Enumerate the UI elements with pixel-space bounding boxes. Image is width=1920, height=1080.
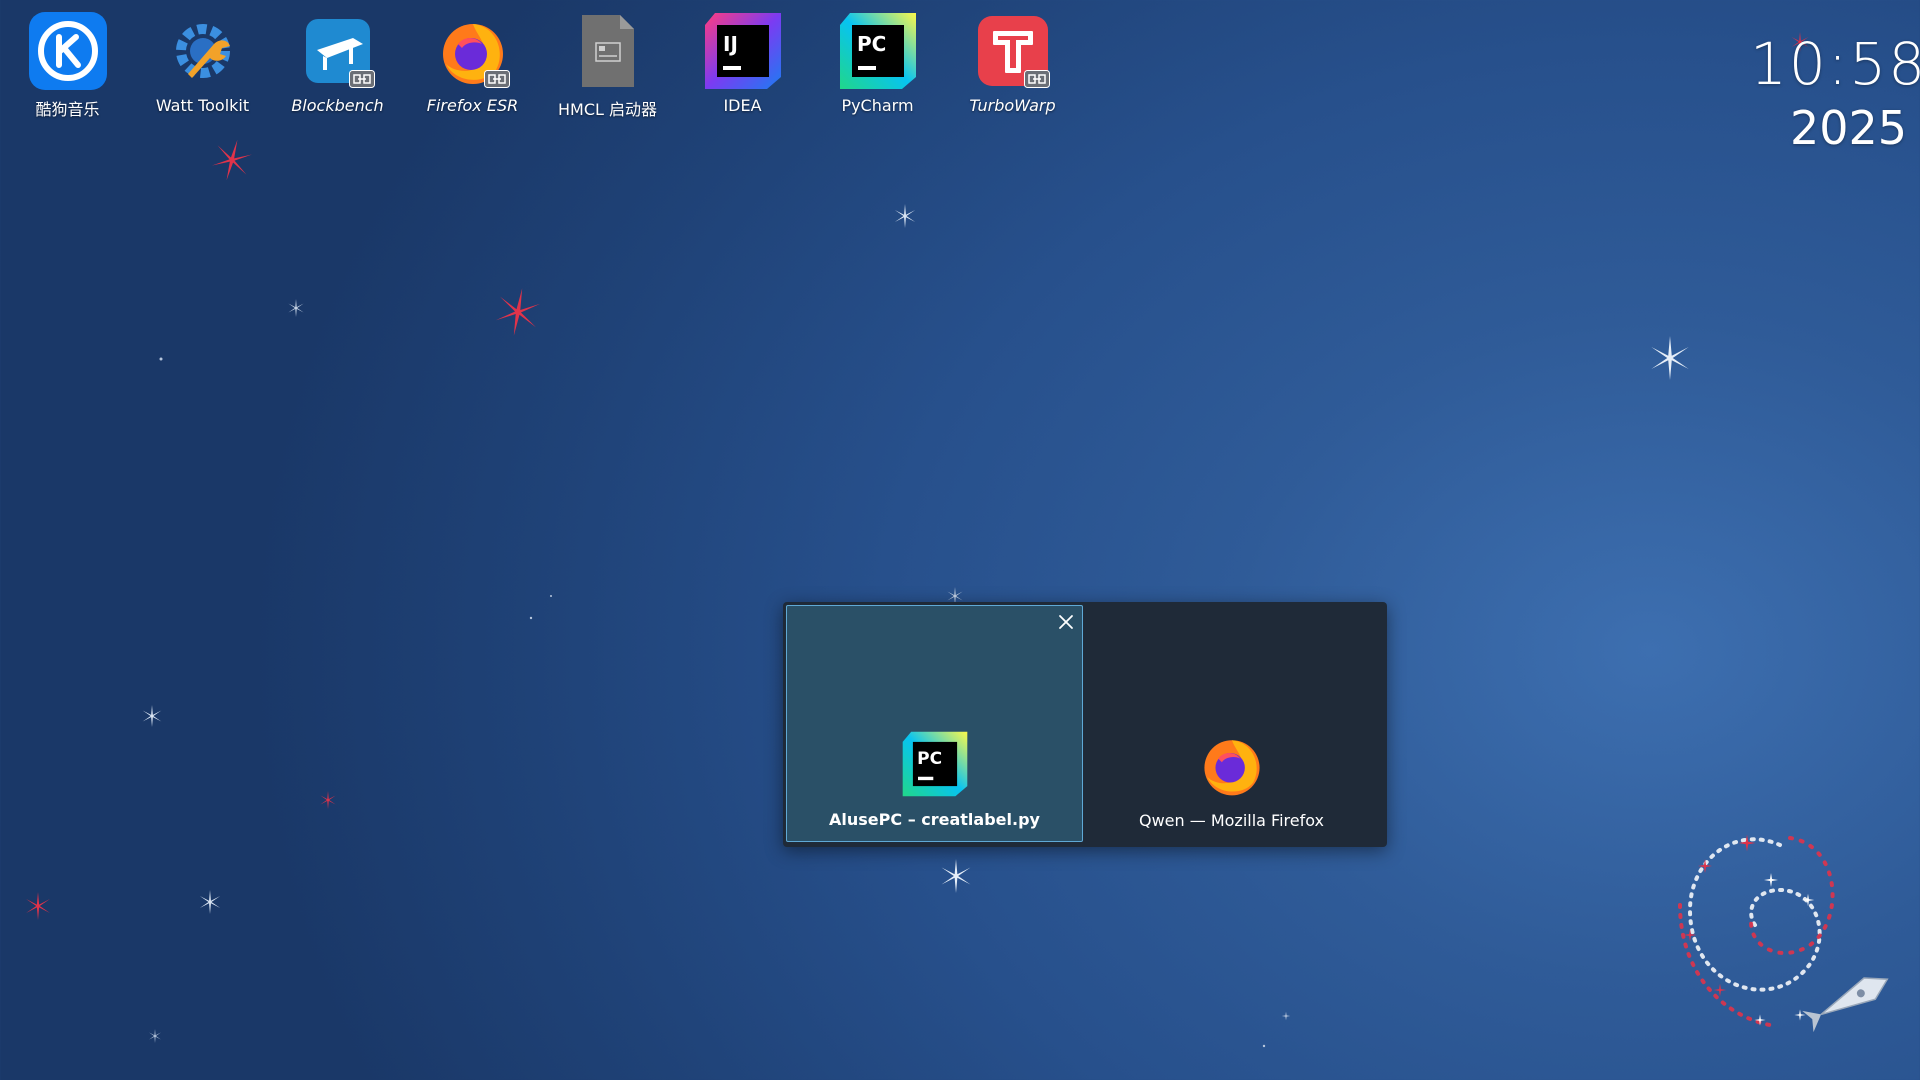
desktop-icon-blockbench[interactable]: Blockbench (270, 8, 405, 123)
svg-text:PC: PC (857, 32, 886, 56)
kugou-music-icon (25, 8, 111, 94)
desktop-icon-label: IDEA (723, 96, 762, 115)
firefox-icon (430, 8, 516, 94)
turbowarp-icon (970, 8, 1056, 94)
desktop-icon-label: Blockbench (291, 96, 384, 115)
desktop-icon-label: HMCL 启动器 (557, 100, 657, 119)
clock-widget: 10:58 2025 (1750, 28, 1920, 156)
desktop-icon-label: PyCharm (841, 96, 914, 115)
desktop-icon-label: 酷狗音乐 (35, 100, 100, 119)
task-switcher-item-pycharm[interactable]: PC AlusePC – creatlabel.py (786, 605, 1083, 842)
task-title: AlusePC – creatlabel.py (829, 810, 1040, 829)
shortcut-badge-icon (348, 70, 375, 88)
wallpaper (26, 32, 1889, 1048)
clock-time: 10:58 (1750, 30, 1920, 98)
desktop-icon-kugou-music[interactable]: 酷狗音乐 (0, 8, 135, 123)
firefox-icon (1203, 740, 1260, 796)
file-icon (565, 8, 651, 94)
debian-swirl-logo (1678, 834, 1889, 1033)
desktop-icon-hmcl[interactable]: HMCL 启动器 (540, 8, 675, 123)
task-switcher-item-firefox[interactable]: Qwen — Mozilla Firefox (1083, 605, 1380, 842)
desktop-icon-pycharm[interactable]: PC PyCharm (810, 8, 945, 123)
svg-text:IJ: IJ (723, 32, 738, 56)
pycharm-icon: PC (835, 8, 921, 94)
shortcut-badge-icon (1023, 70, 1050, 88)
shortcut-badge-icon (483, 70, 510, 88)
svg-text:PC: PC (917, 749, 942, 769)
watt-toolkit-icon (160, 8, 246, 94)
task-switcher: PC AlusePC – creatlabel.py Qwen — Mozill… (783, 602, 1387, 847)
desktop-icons: 酷狗音乐 Watt Toolkit Blockbench Firefox ESR… (0, 8, 1080, 123)
intellij-idea-icon: IJ (700, 8, 786, 94)
desktop-icon-label: TurboWarp (969, 96, 1056, 115)
desktop-icon-turbowarp[interactable]: TurboWarp (945, 8, 1080, 123)
blockbench-icon (295, 8, 381, 94)
desktop-icon-watt-toolkit[interactable]: Watt Toolkit (135, 8, 270, 123)
pycharm-icon: PC (902, 731, 967, 797)
desktop-icon-label: Watt Toolkit (155, 96, 250, 115)
desktop-icon-idea[interactable]: IJ IDEA (675, 8, 810, 123)
clock-date: 2025 (1790, 101, 1908, 155)
desktop-icon-firefox-esr[interactable]: Firefox ESR (405, 8, 540, 123)
task-title: Qwen — Mozilla Firefox (1138, 811, 1324, 830)
close-icon[interactable] (1056, 612, 1076, 632)
wallpaper-stars (26, 32, 1809, 1048)
desktop-icon-label: Firefox ESR (426, 96, 519, 115)
